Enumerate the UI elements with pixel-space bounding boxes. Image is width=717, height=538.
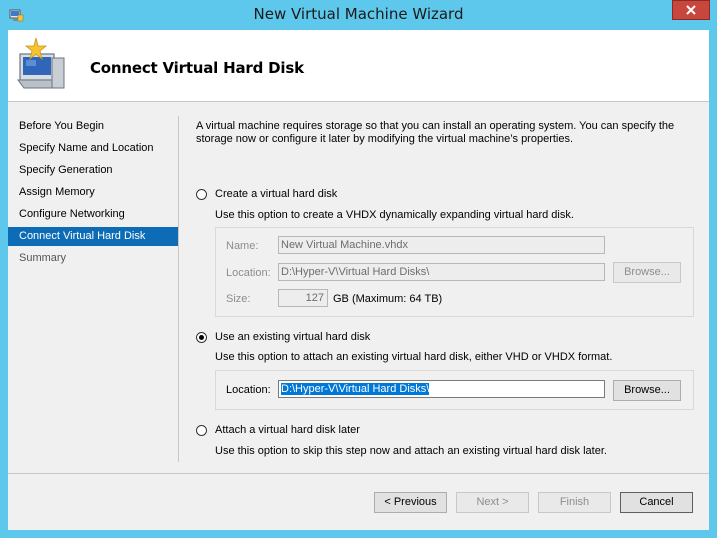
create-vhd-option[interactable]: Create a virtual hard disk xyxy=(196,188,337,200)
nav-item-before-you-begin[interactable]: Before You Begin xyxy=(8,117,178,136)
window-title: New Virtual Machine Wizard xyxy=(253,5,464,23)
attach-later-subtext: Use this option to skip this step now an… xyxy=(215,445,607,457)
nav-item-specify-name-and-location[interactable]: Specify Name and Location xyxy=(8,139,178,158)
existing-vhd-option[interactable]: Use an existing virtual hard disk xyxy=(196,331,370,343)
existing-location-label: Location: xyxy=(226,384,271,396)
finish-button[interactable]: Finish xyxy=(538,492,611,513)
size-suffix: GB (Maximum: 64 TB) xyxy=(333,293,443,305)
create-location-field[interactable]: D:\Hyper-V\Virtual Hard Disks\ xyxy=(278,263,605,281)
page-description: A virtual machine requires storage so th… xyxy=(196,120,686,146)
create-vhd-label: Create a virtual hard disk xyxy=(215,188,338,200)
wizard-nav: Before You Begin Specify Name and Locati… xyxy=(8,102,178,462)
size-label: Size: xyxy=(226,293,251,305)
create-location-label: Location: xyxy=(226,267,271,279)
close-button[interactable] xyxy=(672,0,710,20)
wizard-header: Connect Virtual Hard Disk xyxy=(8,30,709,102)
attach-later-label: Attach a virtual hard disk later xyxy=(215,424,360,436)
nav-item-connect-virtual-hard-disk[interactable]: Connect Virtual Hard Disk xyxy=(8,227,178,246)
create-vhd-subtext: Use this option to create a VHDX dynamic… xyxy=(215,209,574,221)
attach-later-radio[interactable] xyxy=(196,424,207,436)
description-line-2: storage now or configure it later by mod… xyxy=(196,133,574,145)
existing-location-field[interactable]: D:\Hyper-V\Virtual Hard Disks\ xyxy=(278,380,605,398)
cancel-button[interactable]: Cancel xyxy=(620,492,693,513)
close-icon xyxy=(686,5,696,15)
existing-vhd-subtext: Use this option to attach an existing vi… xyxy=(215,351,613,363)
attach-later-option[interactable]: Attach a virtual hard disk later xyxy=(196,424,360,436)
existing-location-value: D:\Hyper-V\Virtual Hard Disks\ xyxy=(281,383,430,395)
existing-browse-button[interactable]: Browse... xyxy=(613,380,681,401)
create-vhd-radio[interactable] xyxy=(196,188,207,200)
nav-divider xyxy=(178,116,179,462)
page-title: Connect Virtual Hard Disk xyxy=(90,59,304,77)
name-label: Name: xyxy=(226,240,259,252)
nav-item-summary[interactable]: Summary xyxy=(8,249,178,268)
existing-vhd-groupbox: Location: D:\Hyper-V\Virtual Hard Disks\… xyxy=(215,370,694,410)
existing-vhd-label: Use an existing virtual hard disk xyxy=(215,331,371,343)
vhd-name-field[interactable]: New Virtual Machine.vhdx xyxy=(278,236,605,254)
existing-vhd-radio[interactable] xyxy=(196,331,207,343)
nav-item-assign-memory[interactable]: Assign Memory xyxy=(8,183,178,202)
description-line-1: A virtual machine requires storage so th… xyxy=(196,120,675,132)
footer-divider xyxy=(8,473,709,474)
wizard-window: New Virtual Machine Wizard Connect Virtu… xyxy=(0,0,717,538)
wizard-client-area: Connect Virtual Hard Disk Before You Beg… xyxy=(8,30,709,530)
next-button[interactable]: Next > xyxy=(456,492,529,513)
title-bar[interactable]: New Virtual Machine Wizard xyxy=(0,0,717,30)
create-browse-button[interactable]: Browse... xyxy=(613,262,681,283)
nav-item-configure-networking[interactable]: Configure Networking xyxy=(8,205,178,224)
virtual-machine-wizard-icon xyxy=(17,37,65,89)
size-field[interactable]: 127 xyxy=(278,289,328,307)
create-vhd-groupbox: Name: New Virtual Machine.vhdx Location:… xyxy=(215,227,694,317)
nav-item-specify-generation[interactable]: Specify Generation xyxy=(8,161,178,180)
previous-button[interactable]: < Previous xyxy=(374,492,447,513)
